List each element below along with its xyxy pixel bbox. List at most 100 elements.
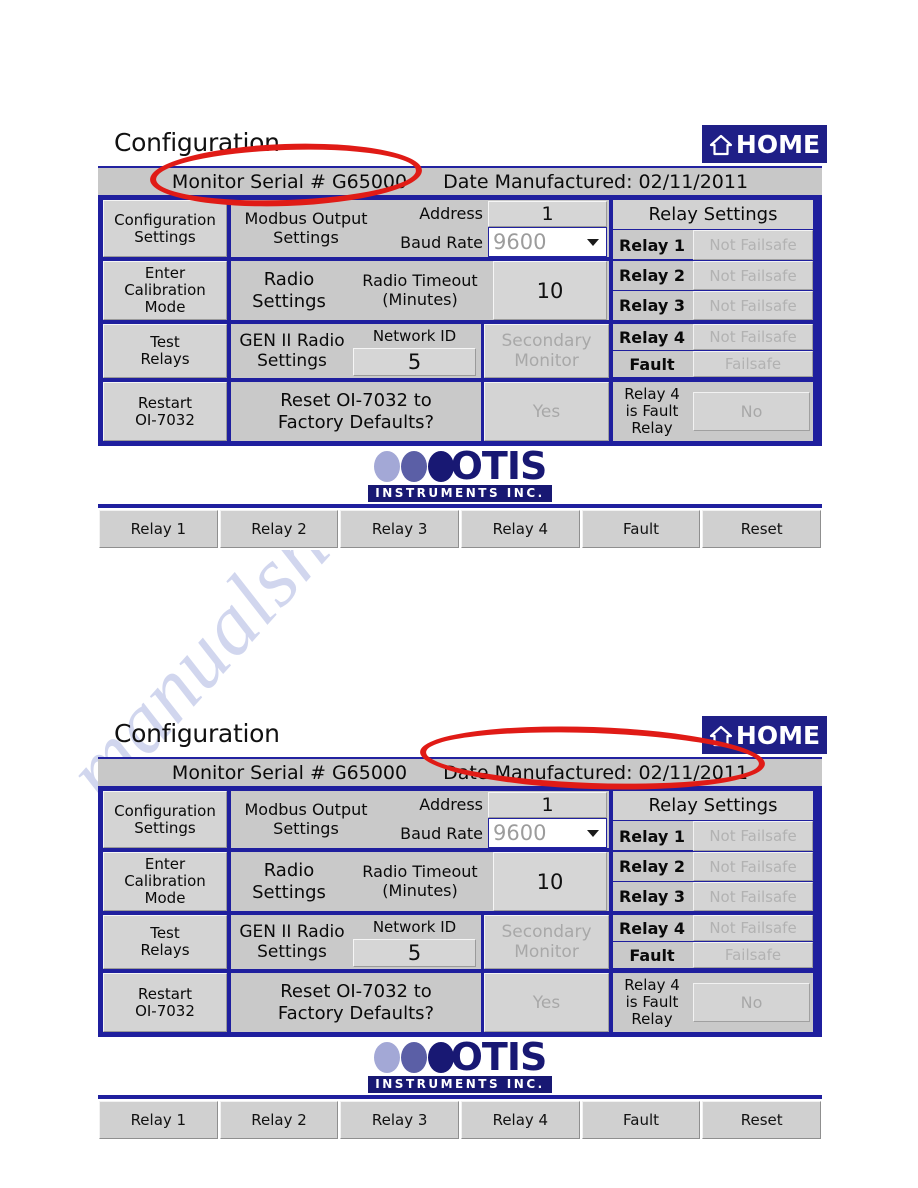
radio-label-line1-b: Radio — [263, 860, 315, 882]
relay-3-value[interactable]: Not Failsafe — [693, 291, 813, 320]
logo-dot-light-icon — [373, 450, 400, 482]
relay-4-value-2[interactable]: Not Failsafe — [693, 915, 813, 941]
relay-1-value-2[interactable]: Not Failsafe — [693, 821, 813, 851]
relay-2-value[interactable]: Not Failsafe — [693, 261, 813, 290]
home-button[interactable]: HOME — [702, 125, 827, 163]
relay4-fault-line2-b: is Fault — [625, 992, 679, 1011]
relay-4-name-2: Relay 4 — [618, 918, 686, 938]
restart-device-button-2[interactable]: Restart OI-7032 — [103, 973, 227, 1032]
network-id-input-2[interactable]: 5 — [353, 939, 476, 967]
relay-row-1-b[interactable]: Relay 1 Not Failsafe — [613, 821, 813, 851]
gen2-radio-settings-button-2[interactable]: GEN II Radio Settings — [231, 915, 353, 969]
secondary-monitor-button[interactable]: Secondary Monitor — [484, 324, 609, 378]
test-relays-button[interactable]: Test Relays — [103, 324, 227, 378]
relay4-fault-line3-b: Relay — [631, 1010, 673, 1029]
relay-row-2-b[interactable]: Relay 2 Not Failsafe — [613, 852, 813, 881]
baud-rate-select[interactable]: 9600 — [488, 227, 607, 257]
relay-row-3[interactable]: Relay 3 Not Failsafe — [613, 291, 813, 320]
network-id-label: Network ID — [372, 327, 457, 345]
address-input[interactable]: 1 — [488, 200, 607, 227]
gen2-radio-settings-button[interactable]: GEN II Radio Settings — [231, 324, 353, 378]
factory-reset-confirm-button[interactable]: Yes — [484, 382, 609, 441]
relay-2-name: Relay 2 — [618, 266, 686, 285]
modbus-output-settings-button-2[interactable]: Modbus Output Settings — [231, 791, 381, 848]
calibration-line2-b: Calibration — [124, 872, 206, 891]
bottom-button-fault-b[interactable]: Fault — [581, 1101, 701, 1139]
bottom-button-relay-1-b[interactable]: Relay 1 — [99, 1101, 218, 1139]
radio-settings-button[interactable]: Radio Settings — [231, 261, 347, 320]
relay4-is-fault-toggle[interactable]: No — [693, 392, 810, 431]
calibration-line3: Mode — [144, 297, 186, 316]
factory-reset-confirm-button-2[interactable]: Yes — [484, 973, 609, 1032]
left-row-3-b: Test Relays — [101, 913, 229, 971]
bottom-button-reset-b[interactable]: Reset — [702, 1101, 822, 1139]
baud-rate-value-2: 9600 — [493, 821, 547, 845]
modbus-label-line1-b: Modbus Output — [244, 800, 368, 820]
enter-calibration-mode-button-2[interactable]: Enter Calibration Mode — [103, 852, 227, 911]
bottom-button-relay-2[interactable]: Relay 2 — [219, 510, 339, 548]
monitor-serial-text: Monitor Serial # G65000 — [171, 170, 408, 193]
address-input-2[interactable]: 1 — [488, 791, 607, 818]
relay-2-value-2[interactable]: Not Failsafe — [693, 852, 813, 881]
bottom-button-reset[interactable]: Reset — [702, 510, 822, 548]
secondary-monitor-button-2[interactable]: Secondary Monitor — [484, 915, 609, 969]
relay-4-name: Relay 4 — [618, 327, 686, 347]
bottom-button-bar: Relay 1 Relay 2 Relay 3 Relay 4 Fault Re… — [98, 504, 822, 550]
modbus-label-line2-b: Settings — [273, 818, 339, 838]
relay-row-3-b[interactable]: Relay 3 Not Failsafe — [613, 882, 813, 911]
timeout-label-line1-b: Radio Timeout — [362, 861, 478, 881]
bottom-button-relay-3-b[interactable]: Relay 3 — [340, 1101, 460, 1139]
radio-timeout-input[interactable]: 10 — [493, 261, 607, 320]
bottom-button-relay-1[interactable]: Relay 1 — [99, 510, 218, 548]
address-field-row-2: Address 1 — [381, 791, 609, 818]
gen2-label-line1-b: GEN II Radio — [239, 921, 345, 942]
relay-3-value-2[interactable]: Not Failsafe — [693, 882, 813, 911]
title-row-2: Configuration HOME — [98, 716, 827, 757]
relay-1-value[interactable]: Not Failsafe — [693, 230, 813, 260]
relay-4-value[interactable]: Not Failsafe — [693, 324, 813, 350]
left-row-1-b: Configuration Settings — [101, 789, 229, 850]
fault-relay-name-2: Fault — [629, 945, 675, 965]
bottom-button-relay-2-b[interactable]: Relay 2 — [219, 1101, 339, 1139]
radio-timeout-input-2[interactable]: 10 — [493, 852, 607, 911]
enter-calibration-mode-button[interactable]: Enter Calibration Mode — [103, 261, 227, 320]
radio-settings-button-2[interactable]: Radio Settings — [231, 852, 347, 911]
bottom-button-relay-4[interactable]: Relay 4 — [461, 510, 580, 548]
gen2-settings-group-2: GEN II Radio Settings Network ID 5 — [231, 915, 481, 969]
test-relays-line2-b: Relays — [140, 941, 190, 959]
relay4-is-fault-toggle-2[interactable]: No — [693, 983, 810, 1022]
relay-row-fault-b[interactable]: Fault Failsafe — [613, 942, 813, 968]
calibration-line2: Calibration — [124, 281, 206, 300]
config-settings-line2: Settings — [134, 227, 196, 246]
relay4-is-fault-row-2: Relay 4 is Fault Relay No — [613, 973, 813, 1032]
relay-row-2[interactable]: Relay 2 Not Failsafe — [613, 261, 813, 290]
configuration-settings-button-2[interactable]: Configuration Settings — [103, 791, 227, 848]
reset-prompt-line1-b: Reset OI-7032 to — [280, 980, 432, 1002]
modbus-output-settings-button[interactable]: Modbus Output Settings — [231, 200, 381, 257]
serial-info-bar: Monitor Serial # G65000 Date Manufacture… — [98, 166, 822, 198]
relay-row-1[interactable]: Relay 1 Not Failsafe — [613, 230, 813, 260]
test-relays-button-2[interactable]: Test Relays — [103, 915, 227, 969]
left-row-2: Enter Calibration Mode — [101, 259, 229, 322]
left-row-4-b: Restart OI-7032 — [101, 971, 229, 1034]
bottom-button-relay-4-b[interactable]: Relay 4 — [461, 1101, 580, 1139]
gen2-radio-row: GEN II Radio Settings Network ID 5 Secon… — [229, 322, 611, 380]
radio-label-line1: Radio — [263, 269, 315, 291]
modbus-output-row-2: Modbus Output Settings Address 1 Baud Ra… — [229, 789, 611, 850]
relay4-is-fault-label-2: Relay 4 is Fault Relay — [613, 973, 691, 1032]
configuration-screen-2: Configuration HOME Monitor Serial # G650… — [98, 716, 827, 1141]
fault-relay-value[interactable]: Failsafe — [693, 351, 813, 377]
relay-row-4[interactable]: Relay 4 Not Failsafe — [613, 324, 813, 350]
fault-relay-value-2[interactable]: Failsafe — [693, 942, 813, 968]
baud-rate-select-2[interactable]: 9600 — [488, 818, 607, 848]
relay-row-fault[interactable]: Fault Failsafe — [613, 351, 813, 377]
bottom-button-relay-3[interactable]: Relay 3 — [340, 510, 460, 548]
restart-device-button[interactable]: Restart OI-7032 — [103, 382, 227, 441]
bottom-button-fault[interactable]: Fault — [581, 510, 701, 548]
otis-logo-2: OTIS INSTRUMENTS INC. — [98, 1037, 822, 1095]
network-id-input[interactable]: 5 — [353, 348, 476, 376]
configuration-settings-button[interactable]: Configuration Settings — [103, 200, 227, 257]
home-button-2[interactable]: HOME — [702, 716, 827, 754]
relay-row-4-b[interactable]: Relay 4 Not Failsafe — [613, 915, 813, 941]
relay-block-1: Relay Settings Relay 1 Not Failsafe — [611, 198, 815, 260]
